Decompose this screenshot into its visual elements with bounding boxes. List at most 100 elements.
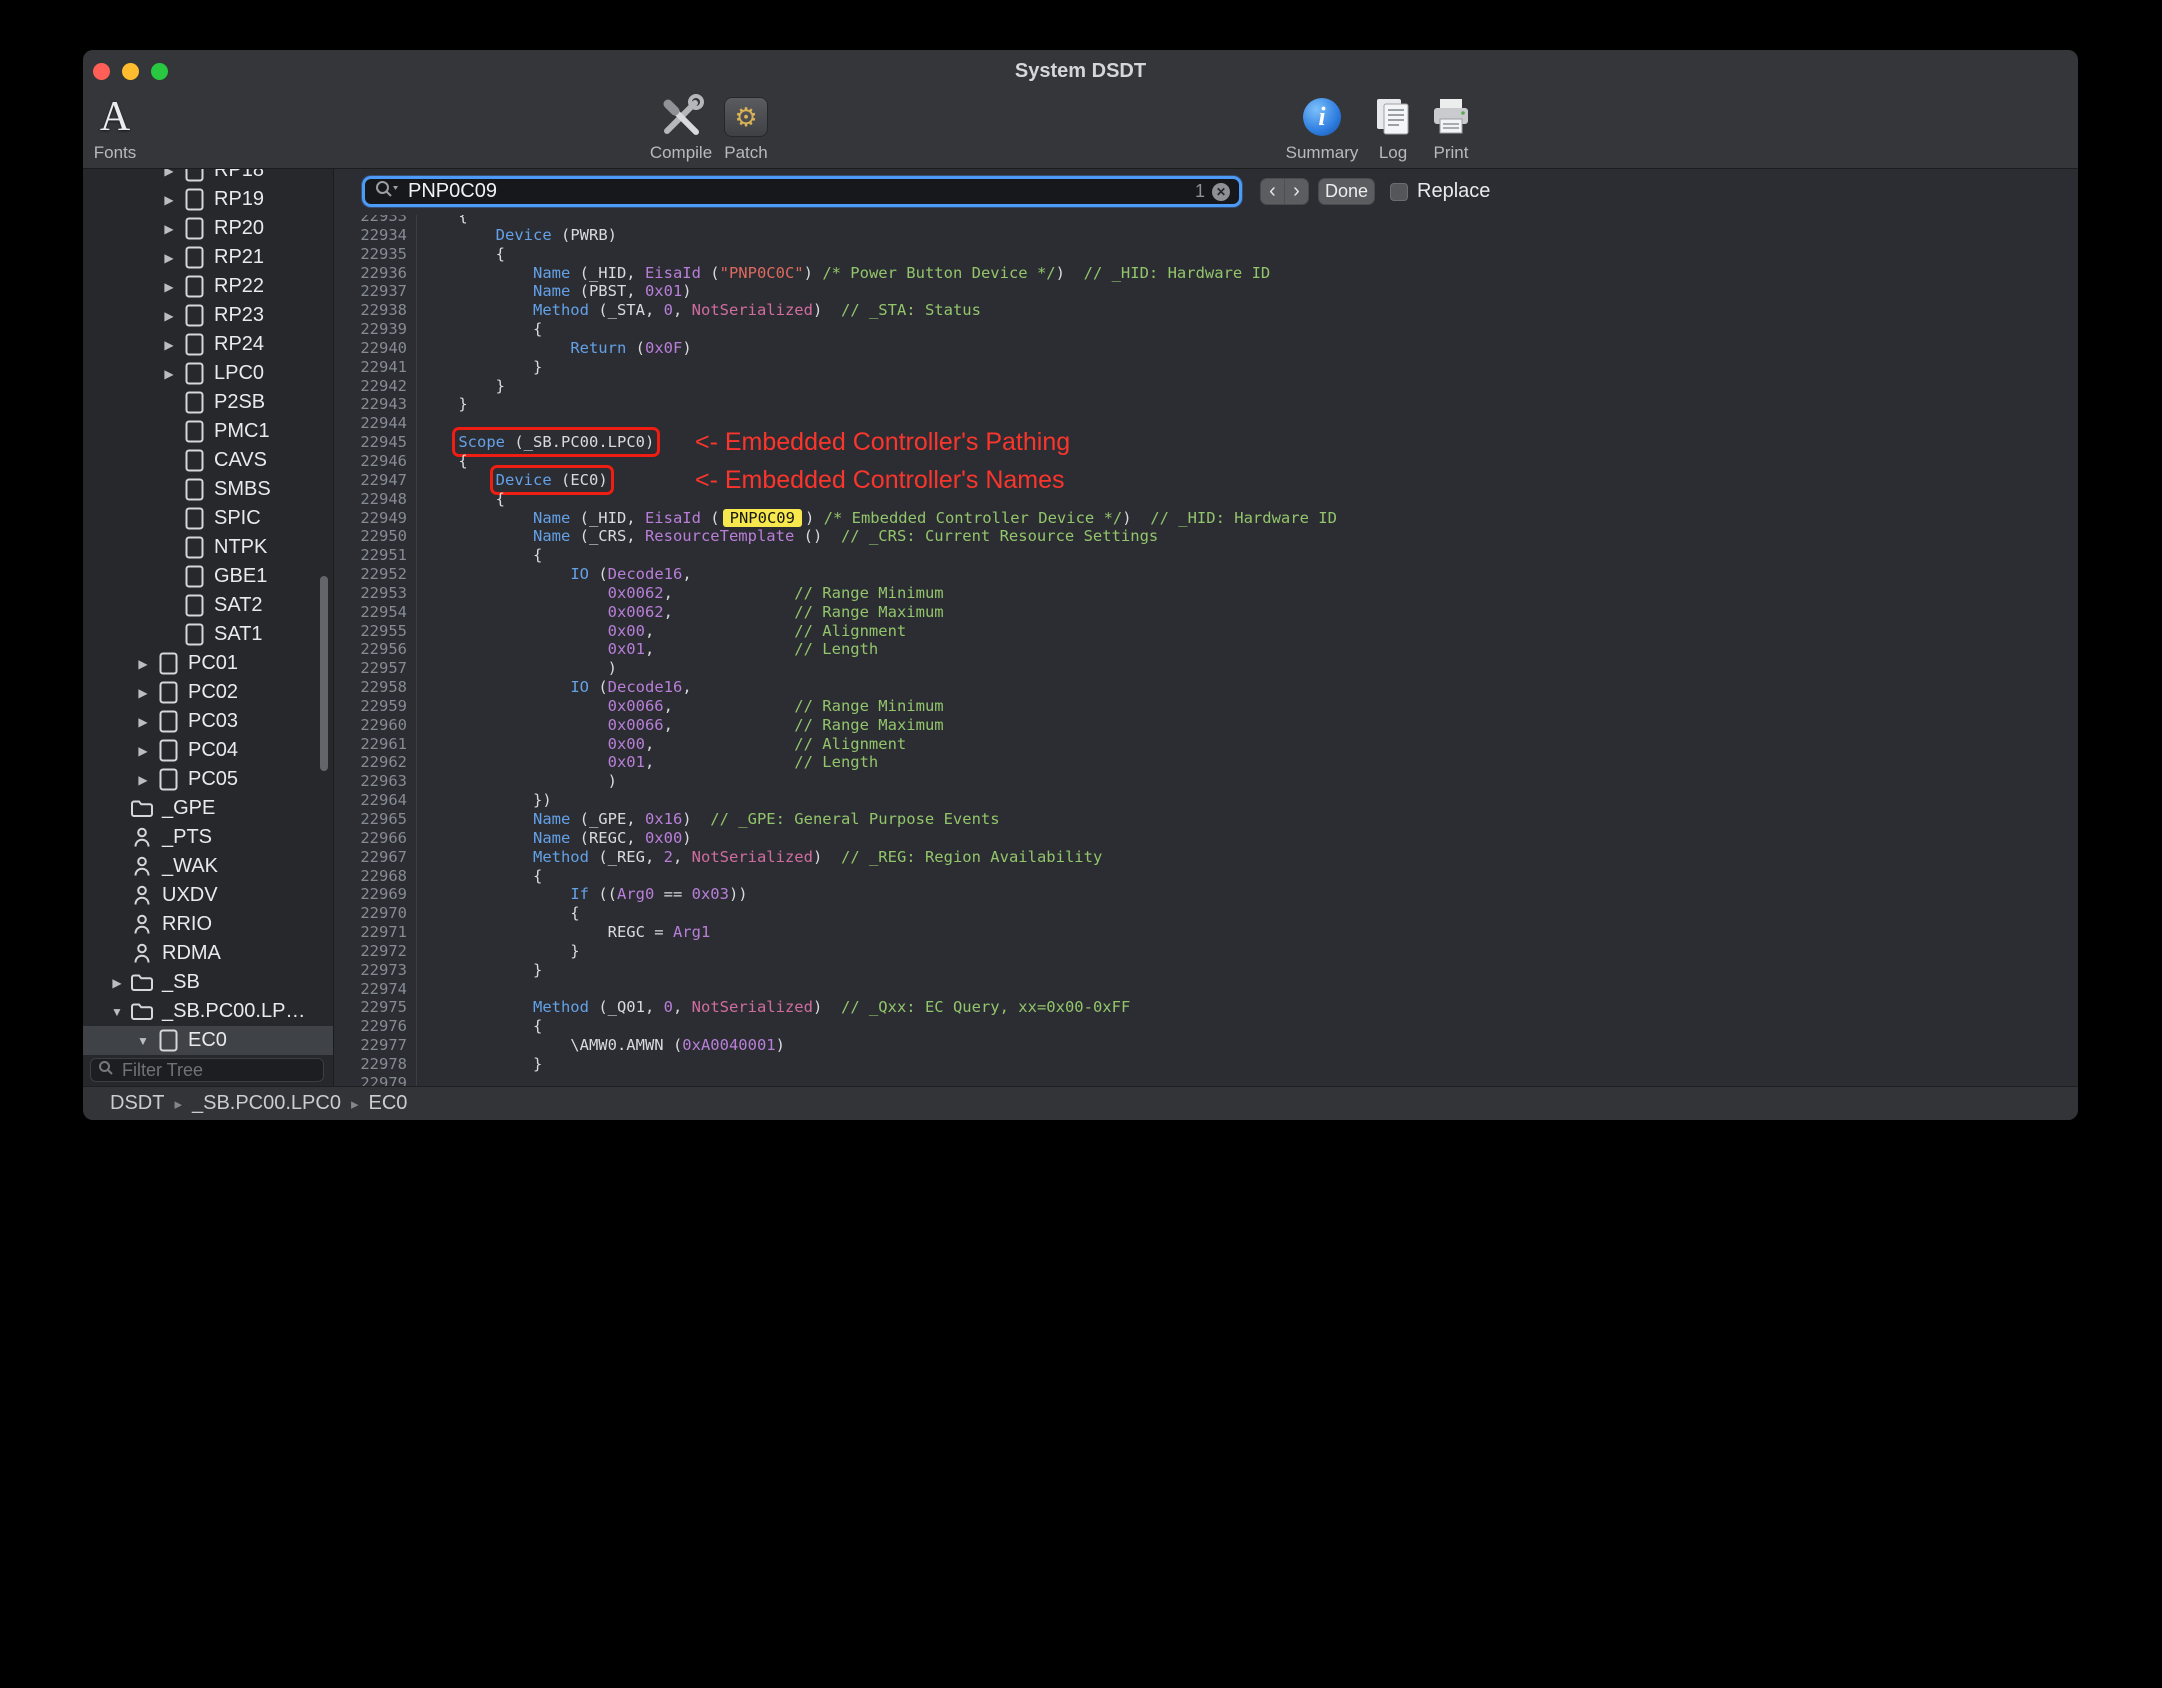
disclosure-triangle-icon[interactable]: ▶ <box>159 222 179 236</box>
sidebar-item-gbe1[interactable]: GBE1 <box>83 562 333 591</box>
line-number: 22948 <box>334 489 417 509</box>
fonts-button[interactable]: A Fonts <box>83 92 153 163</box>
sidebar-item-uxdv[interactable]: UXDV <box>83 881 333 910</box>
code-line: 22969 If ((Arg0 == 0x03)) <box>334 885 2078 905</box>
find-previous-button[interactable]: ‹ <box>1260 178 1285 205</box>
code-line: 22940 Return (0x0F) <box>334 338 2078 358</box>
disclosure-triangle-icon[interactable]: ▶ <box>107 976 127 990</box>
code-token: // _REG: Region Availability <box>840 847 1103 866</box>
breadcrumb-item[interactable]: _SB.PC00.LPC0 <box>192 1092 341 1115</box>
sidebar-item-rp20[interactable]: ▶ RP20 <box>83 214 333 243</box>
sidebar-item-sb[interactable]: ▶ _SB <box>83 968 333 997</box>
sidebar-item-rp24[interactable]: ▶ RP24 <box>83 330 333 359</box>
filter-tree-field[interactable] <box>90 1058 324 1082</box>
search-field[interactable]: 1 ✕ <box>362 176 1242 207</box>
clear-search-icon[interactable]: ✕ <box>1212 182 1230 201</box>
sidebar-item-pts[interactable]: _PTS <box>83 823 333 852</box>
code-token: ( <box>588 565 608 584</box>
breadcrumb-item[interactable]: DSDT <box>110 1092 164 1115</box>
disclosure-triangle-icon[interactable]: ▶ <box>159 193 179 207</box>
print-button[interactable]: Print <box>1413 92 1489 163</box>
code-token: (_Q01, <box>588 998 664 1017</box>
disclosure-triangle-icon[interactable]: ▶ <box>133 715 153 729</box>
done-button[interactable]: Done <box>1318 178 1375 205</box>
sidebar-item-pc01[interactable]: ▶ PC01 <box>83 649 333 678</box>
disclosure-triangle-icon[interactable]: ▶ <box>133 686 153 700</box>
sidebar-item-p2sb[interactable]: P2SB <box>83 388 333 417</box>
sidebar-item-pmc1[interactable]: PMC1 <box>83 417 333 446</box>
breadcrumb-separator-icon: ▸ <box>174 1095 182 1113</box>
sidebar-item-wak[interactable]: _WAK <box>83 852 333 881</box>
find-next-button[interactable]: › <box>1285 178 1309 205</box>
sidebar-item-rp21[interactable]: ▶ RP21 <box>83 243 333 272</box>
code-editor[interactable]: 22933 {22934 Device (PWRB) 22935 {22936 N… <box>334 215 2078 1087</box>
disclosure-triangle-icon[interactable]: ▼ <box>133 1034 153 1048</box>
code-token: } <box>421 376 505 395</box>
code-token: ( <box>588 678 608 697</box>
replace-checkbox[interactable] <box>1390 182 1408 201</box>
sidebar-item-sat2[interactable]: SAT2 <box>83 591 333 620</box>
sidebar-item-spic[interactable]: SPIC <box>83 504 333 533</box>
code-token: 0x01 <box>607 640 645 659</box>
disclosure-triangle-icon[interactable]: ▶ <box>159 338 179 352</box>
document-icon <box>181 333 207 356</box>
sidebar-item-ntpk[interactable]: NTPK <box>83 533 333 562</box>
sidebar-item-gpe[interactable]: _GPE <box>83 794 333 823</box>
sidebar-item-label: RP22 <box>214 275 265 297</box>
disclosure-triangle-icon[interactable]: ▶ <box>159 367 179 381</box>
line-number: 22962 <box>334 753 417 773</box>
code-text: 0x01, // Length <box>417 753 879 772</box>
sidebar-item-rp19[interactable]: ▶ RP19 <box>83 185 333 214</box>
disclosure-triangle-icon[interactable]: ▶ <box>159 169 179 178</box>
sidebar-item-sbpc00lp[interactable]: ▼ _SB.PC00.LP… <box>83 997 333 1026</box>
method-icon <box>129 856 155 877</box>
sidebar-item-rdma[interactable]: RDMA <box>83 939 333 968</box>
breadcrumb-item[interactable]: EC0 <box>369 1092 408 1115</box>
disclosure-triangle-icon[interactable]: ▶ <box>159 280 179 294</box>
summary-button[interactable]: i Summary <box>1284 92 1360 163</box>
code-line: 22952 IO (Decode16, <box>334 565 2078 584</box>
disclosure-triangle-icon[interactable]: ▶ <box>133 657 153 671</box>
document-icon <box>181 420 207 443</box>
line-number: 22972 <box>334 941 417 961</box>
sidebar-item-smbs[interactable]: SMBS <box>83 475 333 504</box>
code-text: { <box>417 245 505 264</box>
sidebar-item-pc03[interactable]: ▶ PC03 <box>83 707 333 736</box>
code-token: // Range Maximum <box>794 602 944 621</box>
code-text: { <box>417 452 467 471</box>
code-lines: 22933 {22934 Device (PWRB) 22935 {22936 N… <box>334 215 2078 1087</box>
sidebar-scrollbar[interactable] <box>320 576 328 771</box>
code-text: ) <box>417 659 617 678</box>
sidebar-item-rp22[interactable]: ▶ RP22 <box>83 272 333 301</box>
disclosure-triangle-icon[interactable]: ▶ <box>159 251 179 265</box>
sidebar-item-rp18[interactable]: ▶ RP18 <box>83 169 333 185</box>
sidebar-item-rrio[interactable]: RRIO <box>83 910 333 939</box>
sidebar-item-ec0[interactable]: ▼ EC0 <box>83 1026 333 1055</box>
line-number: 22942 <box>334 376 417 396</box>
sidebar-item-rp23[interactable]: ▶ RP23 <box>83 301 333 330</box>
disclosure-triangle-icon[interactable]: ▶ <box>159 309 179 323</box>
line-number: 22937 <box>334 282 417 302</box>
code-token: 0x0062 <box>607 602 664 621</box>
sidebar-item-pc05[interactable]: ▶ PC05 <box>83 765 333 794</box>
disclosure-triangle-icon[interactable]: ▶ <box>133 744 153 758</box>
disclosure-triangle-icon[interactable]: ▼ <box>107 1005 127 1019</box>
code-token: 0x01 <box>607 753 645 772</box>
sidebar-item-pc02[interactable]: ▶ PC02 <box>83 678 333 707</box>
patch-button[interactable]: ⚙ Patch <box>708 92 784 163</box>
sidebar-item-lpc0[interactable]: ▶ LPC0 <box>83 359 333 388</box>
code-token: REGC = <box>421 923 673 942</box>
disclosure-triangle-icon[interactable]: ▶ <box>133 773 153 787</box>
document-icon <box>181 623 207 646</box>
printer-icon <box>1413 92 1489 142</box>
sidebar-item-cavs[interactable]: CAVS <box>83 446 333 475</box>
sidebar-item-sat1[interactable]: SAT1 <box>83 620 333 649</box>
line-number: 22935 <box>334 244 417 264</box>
filter-tree-input[interactable] <box>120 1058 316 1082</box>
search-input[interactable] <box>406 179 1188 204</box>
line-number: 22958 <box>334 678 417 697</box>
code-token: // _Qxx: EC Query, xx=0x00-0xFF <box>840 998 1131 1017</box>
code-token: 0x01 <box>644 282 683 301</box>
sidebar-item-pc04[interactable]: ▶ PC04 <box>83 736 333 765</box>
